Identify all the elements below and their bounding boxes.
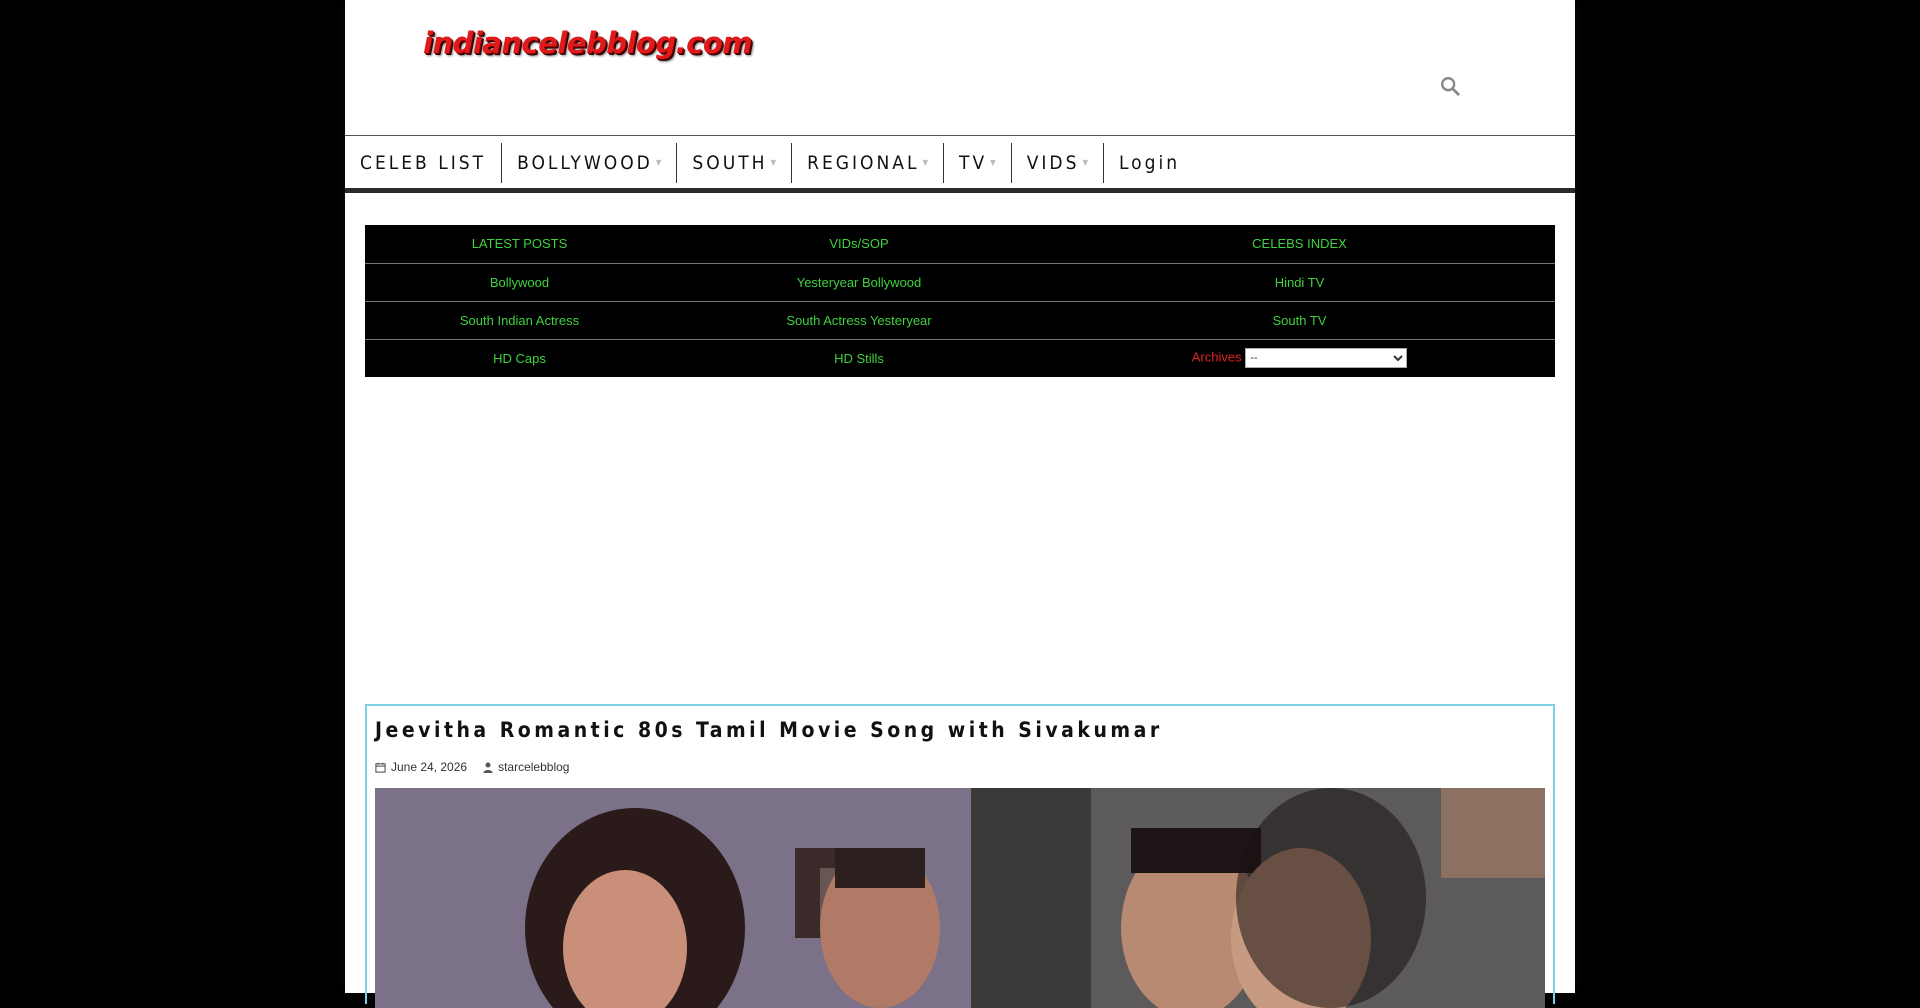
post-title[interactable]: Jeevitha Romantic 80s Tamil Movie Song w… <box>375 718 1163 742</box>
user-icon <box>483 762 493 773</box>
quick-link-celebs-index[interactable]: CELEBS INDEX <box>1044 225 1555 264</box>
nav-item-south[interactable]: SOUTH ▼ <box>676 142 791 183</box>
search-icon[interactable] <box>1439 75 1461 97</box>
site-header: indiancelebblog.com <box>345 0 1575 136</box>
nav-item-label: Login <box>1119 151 1181 174</box>
nav-item-label: TV <box>959 151 988 174</box>
submenu-caret-icon: ▼ <box>1082 158 1088 167</box>
nav-item-label: SOUTH <box>692 151 768 174</box>
archives-select[interactable]: -- <box>1245 348 1408 369</box>
post-images <box>375 788 1545 1008</box>
submenu-caret-icon: ▼ <box>770 158 777 167</box>
nav-item-login[interactable]: Login <box>1103 142 1195 183</box>
quick-link-hd-caps[interactable]: HD Caps <box>365 339 674 377</box>
quick-link-vids-sop[interactable]: VIDs/SOP <box>674 225 1044 264</box>
nav-item-label: CELEB LIST <box>360 151 487 174</box>
movie-still-right[interactable] <box>971 788 1545 1008</box>
nav-item-label: REGIONAL <box>807 151 920 174</box>
quick-link-south-tv[interactable]: South TV <box>1044 301 1555 340</box>
quick-link-latest-posts[interactable]: LATEST POSTS <box>365 225 674 264</box>
submenu-caret-icon: ▼ <box>655 158 662 167</box>
post-meta: June 24, 2026 starcelebblog <box>375 760 569 774</box>
site-logo[interactable]: indiancelebblog.com <box>423 26 752 60</box>
nav-item-tv[interactable]: TV ▼ <box>943 142 1011 183</box>
nav-item-regional[interactable]: REGIONAL ▼ <box>791 142 943 183</box>
nav-item-vids[interactable]: VIDS ▼ <box>1010 142 1103 183</box>
quick-link-south-indian-actress[interactable]: South Indian Actress <box>365 301 674 340</box>
post-author: starcelebblog <box>483 760 569 774</box>
archives-label: Archives <box>1191 349 1242 365</box>
quick-link-bollywood[interactable]: Bollywood <box>365 263 674 302</box>
post-date-text[interactable]: June 24, 2026 <box>391 760 467 774</box>
nav-item-celeb-list[interactable]: CELEB LIST <box>345 143 501 183</box>
quick-link-south-actress-yesteryear[interactable]: South Actress Yesteryear <box>674 301 1044 340</box>
quick-link-hd-stills[interactable]: HD Stills <box>674 339 1044 377</box>
main-nav: CELEB LIST BOLLYWOOD ▼ SOUTH ▼ REGIONAL ▼ TV ▼ VI… <box>345 137 1575 193</box>
calendar-icon <box>375 762 386 773</box>
post-date: June 24, 2026 <box>375 760 467 774</box>
movie-still-left[interactable] <box>375 788 971 1008</box>
nav-item-bollywood[interactable]: BOLLYWOOD ▼ <box>501 142 676 183</box>
quick-links-row: Bollywood Yesteryear Bollywood Hindi TV <box>365 263 1555 302</box>
quick-links-table: LATEST POSTS VIDs/SOP CELEBS INDEX Bollywoo… <box>365 225 1555 377</box>
submenu-caret-icon: ▼ <box>922 158 929 167</box>
quick-link-yesteryear-bollywood[interactable]: Yesteryear Bollywood <box>674 263 1044 302</box>
nav-item-label: BOLLYWOOD <box>517 151 653 174</box>
quick-link-hindi-tv[interactable]: Hindi TV <box>1044 263 1555 302</box>
submenu-caret-icon: ▼ <box>990 158 996 167</box>
archives-cell: Archives -- <box>1044 339 1555 377</box>
post-author-text[interactable]: starcelebblog <box>498 760 569 774</box>
page-container: indiancelebblog.com CELEB LIST BOLLYWOOD ▼… <box>345 0 1575 1008</box>
post-card: Jeevitha Romantic 80s Tamil Movie Song w… <box>365 704 1555 1008</box>
quick-links-row: HD Caps HD Stills Archives -- <box>365 339 1555 377</box>
nav-item-label: VIDS <box>1026 151 1080 174</box>
quick-links-row: LATEST POSTS VIDs/SOP CELEBS INDEX <box>365 225 1555 264</box>
quick-links-row: South Indian Actress South Actress Yester… <box>365 301 1555 340</box>
